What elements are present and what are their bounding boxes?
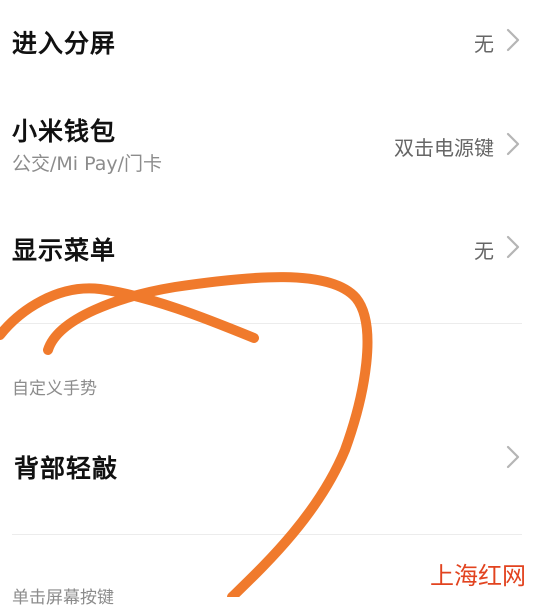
chevron-right-icon bbox=[506, 445, 520, 469]
setting-row-mi-wallet[interactable]: 小米钱包 公交/Mi Pay/门卡 双击电源键 bbox=[0, 96, 534, 196]
section-label-custom-gestures: 自定义手势 bbox=[12, 379, 97, 399]
setting-row-split-screen[interactable]: 进入分屏 无 bbox=[0, 0, 534, 80]
show-menu-title: 显示菜单 bbox=[12, 236, 117, 265]
section-divider bbox=[12, 534, 522, 535]
show-menu-value: 无 bbox=[474, 239, 494, 263]
mi-wallet-title: 小米钱包 bbox=[12, 117, 117, 146]
back-tap-title: 背部轻敲 bbox=[14, 454, 119, 483]
mi-wallet-value: 双击电源键 bbox=[394, 136, 494, 160]
section-divider bbox=[12, 323, 522, 324]
setting-row-back-tap[interactable]: 背部轻敲 bbox=[0, 420, 534, 510]
split-screen-value: 无 bbox=[474, 32, 494, 56]
mi-wallet-subtitle: 公交/Mi Pay/门卡 bbox=[12, 153, 163, 175]
section-label-screen-buttons: 单击屏幕按键 bbox=[12, 588, 114, 608]
chevron-right-icon bbox=[506, 28, 520, 52]
chevron-right-icon bbox=[506, 132, 520, 156]
split-screen-title: 进入分屏 bbox=[12, 29, 117, 58]
setting-row-show-menu[interactable]: 显示菜单 无 bbox=[0, 205, 534, 285]
watermark-logo: 上海红网 bbox=[430, 562, 526, 590]
chevron-right-icon bbox=[506, 235, 520, 259]
